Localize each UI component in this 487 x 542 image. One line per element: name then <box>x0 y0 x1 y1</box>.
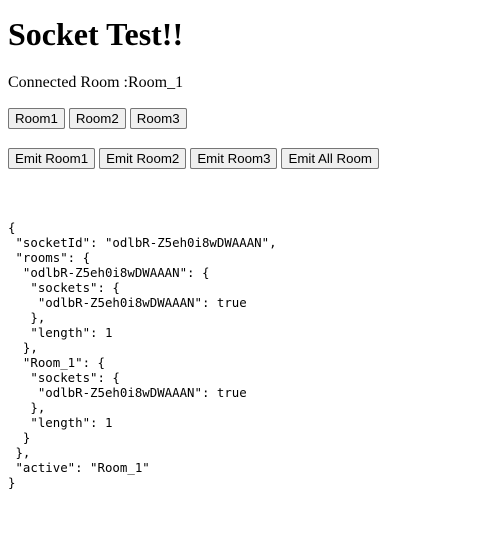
connected-room-label: Connected Room : <box>8 74 128 91</box>
room-button-row: Room1 Room2 Room3 <box>8 108 479 129</box>
connected-room-value: Room_1 <box>127 74 184 91</box>
emit-all-room-button[interactable]: Emit All Room <box>281 148 379 169</box>
emit-room1-button[interactable]: Emit Room1 <box>8 148 96 169</box>
emit-button-row: Emit Room1 Emit Room2 Emit Room3 Emit Al… <box>8 148 479 169</box>
emit-room3-button[interactable]: Emit Room3 <box>190 148 278 169</box>
room3-button[interactable]: Room3 <box>129 108 187 129</box>
page: Socket Test!! Connected Room :Room_1 Roo… <box>0 0 487 542</box>
page-title: Socket Test!! <box>8 16 184 52</box>
room2-button[interactable]: Room2 <box>68 108 126 129</box>
emit-room2-button[interactable]: Emit Room2 <box>99 148 187 169</box>
socket-json-output: { "socketId": "odlbR-Z5eh0i8wDWAAAN", "r… <box>8 220 277 490</box>
room1-button[interactable]: Room1 <box>8 108 65 129</box>
connected-room-line: Connected Room :Room_1 <box>8 74 479 92</box>
